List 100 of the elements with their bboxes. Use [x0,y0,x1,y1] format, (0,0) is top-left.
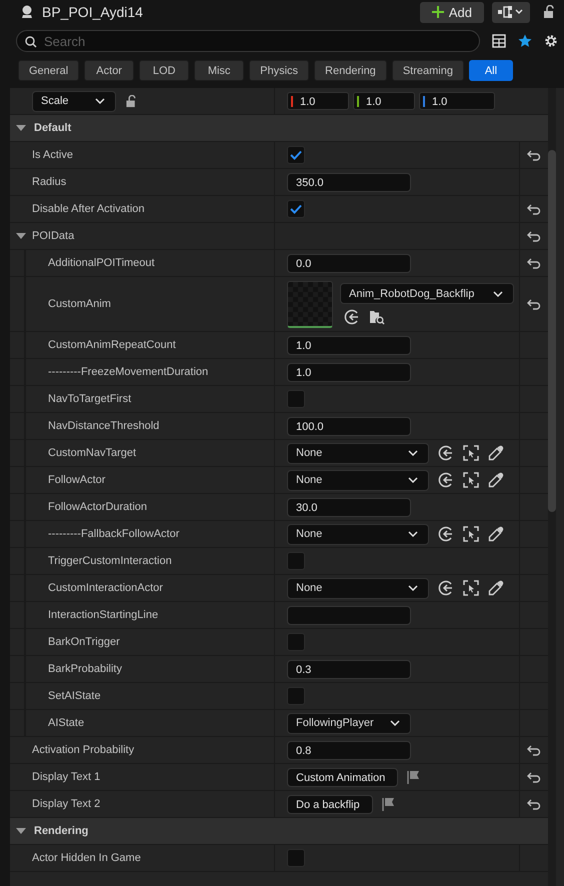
use-selected-icon[interactable] [344,309,360,325]
chevron-down-icon [408,531,418,537]
checkbox[interactable] [287,390,305,408]
reset-icon[interactable] [527,744,541,756]
eyedropper-icon[interactable] [488,445,504,461]
property-label: FollowActorDuration [48,501,148,513]
checkmark-icon [290,150,302,160]
property-label: Activation Probability [32,744,134,756]
actor-dropdown[interactable]: None [287,442,429,464]
eyedropper-icon[interactable] [488,580,504,596]
lock-icon[interactable] [544,5,556,19]
search-icon [25,36,37,48]
number-field[interactable]: 30.0 [287,498,411,516]
number-field[interactable]: 1.0 [287,336,411,354]
window-title: BP_POI_Aydi14 [42,4,143,20]
search-field[interactable]: Search [16,30,480,52]
reset-icon[interactable] [527,203,541,215]
chevron-down-icon [408,450,418,456]
checkbox[interactable] [287,200,305,218]
checkbox[interactable] [287,687,305,705]
select-actor-icon[interactable] [463,580,479,596]
category-header[interactable]: Default [10,115,548,142]
number-field[interactable] [287,606,411,624]
filter-tab[interactable]: All [468,60,513,81]
property-label: ---------FreezeMovementDuration [48,366,208,378]
select-actor-icon[interactable] [463,526,479,542]
scale-field[interactable]: 1.0 [353,92,415,110]
expand-arrow-icon[interactable] [16,125,26,131]
use-selected-icon[interactable] [438,526,454,542]
expand-arrow-icon[interactable] [16,828,26,834]
property-label: AdditionalPOITimeout [48,257,155,269]
number-field[interactable]: 1.0 [287,362,411,382]
expand-arrow-icon[interactable] [16,233,26,239]
property-label: Display Text 1 [32,771,100,783]
asset-dropdown[interactable]: Anim_RobotDog_Backflip [340,283,514,304]
scale-field[interactable]: 1.0 [287,92,349,110]
chevron-down-icon [95,98,105,104]
filter-tab[interactable]: General [18,60,80,81]
flag-icon[interactable] [407,770,422,784]
star-icon[interactable] [518,34,532,48]
actor-dropdown[interactable]: None [287,578,429,598]
filter-tab[interactable]: Streaming [392,60,464,81]
checkbox[interactable] [287,146,305,164]
reset-icon[interactable] [527,298,541,310]
plus-icon [432,6,444,18]
property-label: BarkProbability [48,663,122,675]
reset-icon[interactable] [527,771,541,783]
property-label: POIData [32,230,74,242]
select-actor-icon[interactable] [463,472,479,488]
number-field[interactable]: 0.3 [287,660,411,678]
reset-icon[interactable] [527,149,541,161]
enum-dropdown[interactable]: FollowingPlayer [287,712,411,734]
use-selected-icon[interactable] [438,580,454,596]
checkmark-icon [290,204,302,214]
category-title: Default [34,122,72,134]
settings-icon[interactable] [544,34,558,48]
number-field[interactable]: 350.0 [287,172,411,192]
eyedropper-icon[interactable] [488,526,504,542]
reset-icon[interactable] [527,230,541,242]
number-field[interactable]: 0.0 [287,254,411,272]
select-actor-icon[interactable] [463,445,479,461]
checkbox[interactable] [287,552,305,570]
filter-tab[interactable]: Physics [249,60,310,81]
eyedropper-icon[interactable] [488,472,504,488]
table-icon[interactable] [492,34,506,48]
filter-tab[interactable]: Actor [84,60,134,81]
property-label: Radius [32,176,66,188]
number-field[interactable]: 0.8 [287,740,411,760]
text-field[interactable]: Do a backflip [287,794,373,814]
flag-icon[interactable] [382,797,396,811]
filter-tab[interactable]: Misc [194,60,244,81]
property-label: Actor Hidden In Game [32,852,141,864]
reset-icon[interactable] [527,798,541,810]
filter-tab[interactable]: Rendering [314,60,387,81]
use-selected-icon[interactable] [438,472,454,488]
blueprint-menu-button[interactable] [492,2,530,22]
text-field[interactable]: Custom Animation [287,768,398,786]
hierarchy-caret-icon [498,6,524,18]
use-selected-icon[interactable] [438,445,454,461]
scale-field[interactable]: 1.0 [419,92,495,110]
browse-folder-icon[interactable] [369,309,385,325]
reset-icon[interactable] [527,257,541,269]
chevron-down-icon [493,290,503,296]
checkbox[interactable] [287,849,305,867]
property-label: BarkOnTrigger [48,636,120,648]
add-button[interactable]: Add [420,2,484,22]
scrollbar-thumb[interactable] [548,150,556,512]
property-label: NavDistanceThreshold [48,420,160,432]
actor-dropdown[interactable]: None [287,470,429,490]
property-label: NavToTargetFirst [48,393,132,405]
actor-dropdown[interactable]: None [287,524,429,544]
property-label: FollowActor [48,474,106,486]
property-label: CustomNavTarget [48,447,136,459]
property-label: Is Active [32,149,73,161]
category-header[interactable]: Rendering [10,818,548,845]
number-field[interactable]: 100.0 [287,416,411,436]
checkbox[interactable] [287,633,305,651]
unlock-icon[interactable] [126,94,138,108]
transform-mode-dropdown[interactable]: Scale [32,90,116,112]
filter-tab[interactable]: LOD [139,60,190,81]
